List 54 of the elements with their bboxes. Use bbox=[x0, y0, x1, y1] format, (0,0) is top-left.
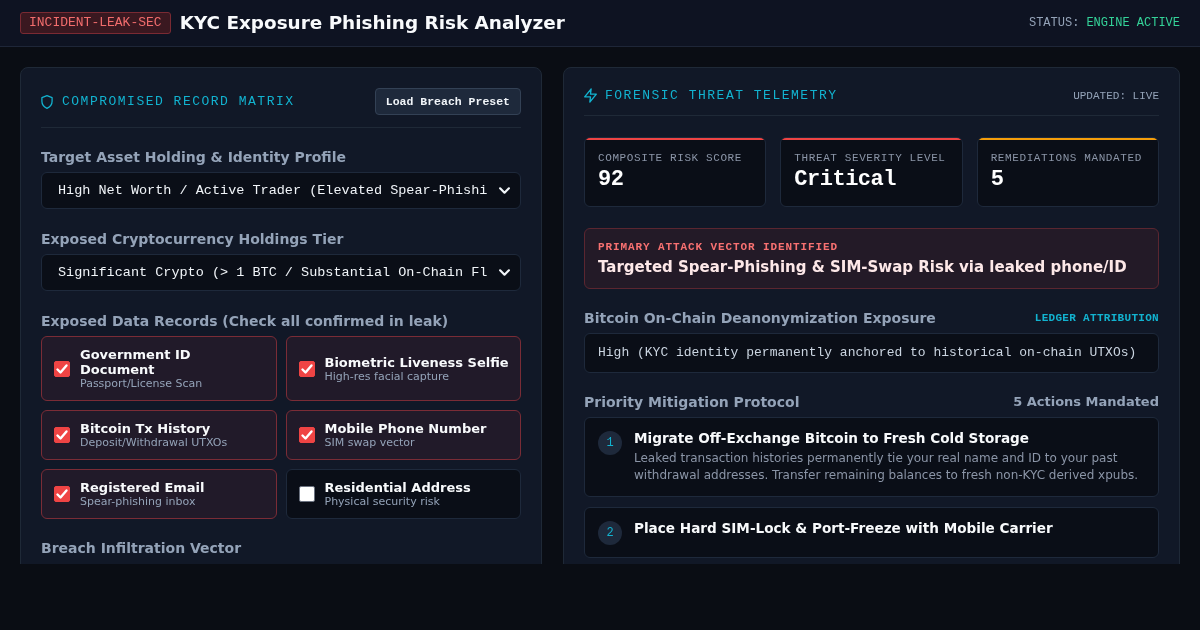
status-label: STATUS: bbox=[1028, 16, 1080, 30]
section-heading: Bitcoin On-Chain Deanonymization Exposure bbox=[584, 310, 936, 326]
record-description: Spear-phishing inbox bbox=[80, 495, 197, 508]
status-value: ENGINE ACTIVE bbox=[1086, 16, 1180, 30]
field-label: Breach Infiltration Vector bbox=[41, 540, 243, 556]
section-heading: Priority Mitigation Protocol bbox=[584, 394, 800, 410]
select-field[interactable]: Significant Crypto (> 1 BTC / Substantial On-Chain Fl bbox=[41, 254, 521, 291]
stat-value: 5 bbox=[990, 167, 1005, 193]
alert-label: PRIMARY ATTACK VECTOR IDENTIFIED bbox=[598, 240, 840, 254]
panel-title: COMPROMISED RECORD MATRIX bbox=[62, 94, 295, 109]
record-title: Bitcoin Tx History bbox=[80, 421, 212, 436]
record-description: Passport/License Scan bbox=[80, 377, 204, 390]
updated-label: UPDATED: LIVE bbox=[1073, 88, 1159, 103]
section-tag: LEDGER ATTRIBUTION bbox=[1034, 311, 1159, 325]
field-label: Target Asset Holding & Identity Profile bbox=[41, 149, 347, 165]
shield-icon bbox=[41, 94, 53, 109]
exposure-value: High (KYC identity permanently anchored to historical on-chain UTXOs) bbox=[584, 333, 1159, 373]
record-title: Government ID Document bbox=[80, 347, 192, 377]
record-title: Residential Address bbox=[324, 480, 471, 495]
record-description: SIM swap vector bbox=[324, 436, 416, 449]
checkbox[interactable] bbox=[54, 486, 70, 502]
record-description: High-res facial capture bbox=[324, 369, 451, 383]
checkbox[interactable] bbox=[54, 360, 70, 377]
alert-text: Targeted Spear-Phishing & SIM-Swap Risk via leaked phone/ID bbox=[598, 258, 1128, 277]
checkbox[interactable] bbox=[298, 360, 315, 377]
step-number: 2 bbox=[598, 521, 622, 545]
panel-title: FORENSIC THREAT TELEMETRY bbox=[605, 88, 838, 103]
stat-label: COMPOSITE RISK SCORE bbox=[598, 151, 744, 165]
record-title: Biometric Liveness Selfie bbox=[324, 354, 509, 370]
checkbox[interactable] bbox=[298, 427, 315, 443]
checkbox[interactable] bbox=[54, 427, 70, 443]
incident-badge: INCIDENT-LEAK-SEC bbox=[20, 12, 171, 34]
record-description: Deposit/Withdrawal UTXOs bbox=[80, 436, 228, 449]
field-label: Exposed Data Records (Check all confirmed in leak) bbox=[41, 313, 450, 329]
action-title: Migrate Off-Exchange Bitcoin to Fresh Cold Storage bbox=[634, 430, 1031, 447]
stat-label: THREAT SEVERITY LEVEL bbox=[794, 151, 947, 165]
checkbox[interactable] bbox=[298, 486, 315, 502]
action-description: Leaked transaction histories permanently tie your real name and ID to your past withdrawal addresses. Transfer remaining balances to fresh non-KYC derived xpubs. bbox=[634, 450, 1140, 484]
record-title: Mobile Phone Number bbox=[324, 421, 487, 436]
chevron-down-icon bbox=[499, 187, 510, 194]
field-label: Exposed Cryptocurrency Holdings Tier bbox=[41, 231, 345, 247]
lightning-icon bbox=[584, 88, 597, 103]
stat-value: 92 bbox=[598, 167, 625, 193]
action-title: Place Hard SIM-Lock & Port-Freeze with Mobile Carrier bbox=[634, 520, 1053, 537]
record-description: Physical security risk bbox=[324, 495, 441, 508]
select-field[interactable]: High Net Worth / Active Trader (Elevated Spear-Phishi bbox=[41, 172, 521, 209]
chevron-down-icon bbox=[499, 269, 510, 276]
stat-label: REMEDIATIONS MANDATED bbox=[990, 151, 1143, 165]
action-count: 5 Actions Mandated bbox=[1013, 394, 1159, 410]
load-preset-button[interactable]: Load Breach Preset bbox=[374, 88, 521, 115]
app-title: KYC Exposure Phishing Risk Analyzer bbox=[179, 12, 565, 34]
step-number: 1 bbox=[598, 431, 622, 455]
record-title: Registered Email bbox=[80, 480, 205, 495]
stat-value: Critical bbox=[794, 167, 897, 193]
